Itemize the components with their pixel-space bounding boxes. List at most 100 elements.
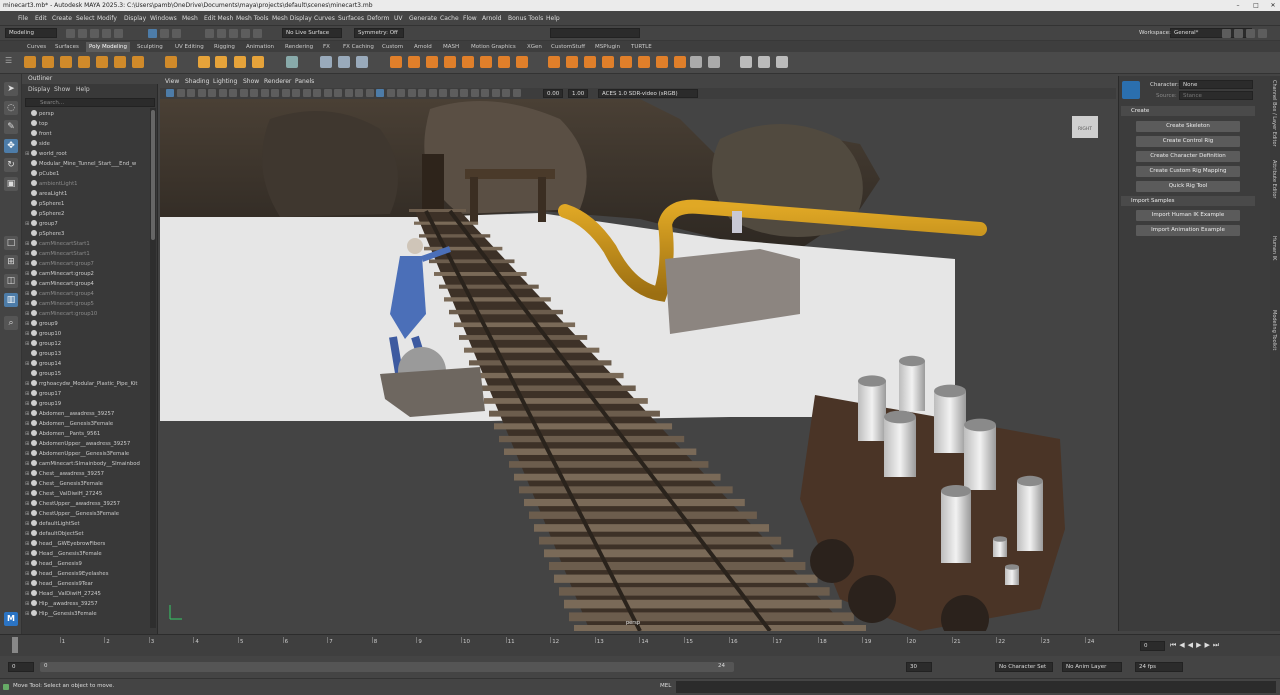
select-hierarchy-icon[interactable] (148, 29, 157, 38)
shelf-tool-icon[interactable] (656, 56, 668, 68)
menu-item[interactable]: Mesh Tools (236, 11, 268, 26)
shelf-tool-icon[interactable] (286, 56, 298, 68)
shelf-tool-icon[interactable] (566, 56, 578, 68)
side-tab[interactable]: Attribute Editor (1271, 160, 1277, 198)
time-slider[interactable]: 0 ⏮◀◀▶▶⏭ 1 2 3 4 5 6 7 8 9 10 11 12 13 14 15 16 17 18 19 20… (0, 634, 1280, 656)
expand-icon[interactable]: ⊞ (25, 549, 31, 559)
viewport-tool-icon[interactable] (229, 89, 237, 97)
outliner-row[interactable]: ⊞ ChestUpper__Genesis3Female (25, 509, 149, 519)
viewport-tool-icon[interactable] (355, 89, 363, 97)
viewport-tool-icon[interactable] (187, 89, 195, 97)
outliner-row[interactable]: areaLight1 (25, 189, 149, 199)
shelf-tool-icon[interactable] (480, 56, 492, 68)
outliner-menu-help[interactable]: Help (76, 85, 90, 94)
outliner-menu-show[interactable]: Show (54, 85, 70, 94)
outliner-row[interactable]: ⊞ defaultLightSet (25, 519, 149, 529)
shelf-tool-icon[interactable] (132, 56, 144, 68)
viewport-tool-icon[interactable] (260, 89, 269, 97)
outliner-row[interactable]: ⊞ Head__ValDiwiH_27245 (25, 589, 149, 599)
menu-item[interactable]: Bonus Tools (508, 11, 543, 26)
shelf-tool-icon[interactable] (215, 56, 227, 68)
viewport-menu-item[interactable]: Panels (295, 76, 314, 88)
expand-icon[interactable]: ⊞ (25, 269, 31, 279)
layout-icon[interactable] (1234, 29, 1243, 38)
gamma-field[interactable]: 1.00 (568, 89, 588, 98)
viewport-tool-icon[interactable] (334, 89, 342, 97)
viewport-tool-icon[interactable] (491, 89, 500, 97)
menu-item[interactable]: Generate (409, 11, 437, 26)
scene-render[interactable]: RIGHT (160, 99, 1116, 631)
expand-icon[interactable]: ⊞ (25, 339, 31, 349)
shelf-tool-icon[interactable] (252, 56, 264, 68)
expand-icon[interactable]: ⊞ (25, 569, 31, 579)
range-start-field[interactable]: 0 (8, 662, 34, 672)
select-component-icon[interactable] (172, 29, 181, 38)
new-scene-icon[interactable] (66, 29, 75, 38)
expand-icon[interactable]: ⊞ (25, 219, 31, 229)
shelf-tab[interactable]: FX (320, 42, 333, 52)
outliner-row[interactable]: ⊞ camMinecart:group7 (25, 259, 149, 269)
viewport-tool-icon[interactable] (239, 89, 248, 97)
outliner-row[interactable]: top (25, 119, 149, 129)
expand-icon[interactable]: ⊞ (25, 479, 31, 489)
source-dropdown[interactable]: Stance (1179, 91, 1253, 100)
menu-item[interactable]: Deform (367, 11, 389, 26)
range-end-field[interactable]: 30 (906, 662, 932, 672)
expand-icon[interactable]: ⊞ (25, 559, 31, 569)
shelf-tool-icon[interactable] (320, 56, 332, 68)
viewport-tool-icon[interactable] (481, 89, 489, 97)
minimize-button[interactable]: – (1230, 0, 1246, 11)
outliner-row[interactable]: persp (25, 109, 149, 119)
shelf-tool-icon[interactable] (426, 56, 438, 68)
menu-item[interactable]: Arnold (482, 11, 501, 26)
select-object-icon[interactable] (160, 29, 169, 38)
shelf-tool-icon[interactable] (24, 56, 36, 68)
outliner-row[interactable]: ⊞ group7 (25, 219, 149, 229)
outliner-row[interactable]: ⊞ Chest__ValDiwiH_27245 (25, 489, 149, 499)
expand-icon[interactable]: ⊞ (25, 279, 31, 289)
viewport-tool-icon[interactable] (449, 89, 458, 97)
range-slider-bar[interactable] (40, 662, 734, 672)
shelf-tool-icon[interactable] (114, 56, 126, 68)
outliner-row[interactable]: side (25, 139, 149, 149)
viewport-tool-icon[interactable] (397, 89, 405, 97)
expand-icon[interactable]: ⊞ (25, 259, 31, 269)
two-view-icon[interactable]: ◫ (4, 274, 18, 288)
maximize-button[interactable]: □ (1248, 0, 1264, 11)
shelf-tool-icon[interactable] (708, 56, 720, 68)
snap-surface-icon[interactable] (253, 29, 262, 38)
expand-icon[interactable]: ⊞ (25, 299, 31, 309)
menu-item[interactable]: Curves (314, 11, 335, 26)
outliner-row[interactable]: ⊞ group9 (25, 319, 149, 329)
outliner-row[interactable]: ⊞ head__Genesis9Eyelashes (25, 569, 149, 579)
hik-create-button[interactable]: Create Skeleton (1136, 121, 1240, 132)
expand-icon[interactable]: ⊞ (25, 289, 31, 299)
menu-item[interactable]: Modify (97, 11, 117, 26)
outliner-row[interactable]: group15 (25, 369, 149, 379)
shelf-tab[interactable]: MASH (440, 42, 462, 52)
outliner-row[interactable]: ⊞ group17 (25, 389, 149, 399)
outliner-row[interactable]: ⊞ Hip__awadress_39257 (25, 599, 149, 609)
shelf-tab[interactable]: Custom (379, 42, 406, 52)
shelf-tool-icon[interactable] (78, 56, 90, 68)
outliner-row[interactable]: ⊞ camMinecartStart1 (25, 239, 149, 249)
expand-icon[interactable]: ⊞ (25, 239, 31, 249)
side-tab[interactable]: Channel Box / Layer Editor (1271, 80, 1277, 147)
shelf-tool-icon[interactable] (776, 56, 788, 68)
shelf-tab[interactable]: Arnold (411, 42, 435, 52)
select-tool-icon[interactable]: ➤ (4, 82, 18, 96)
viewport-tool-icon[interactable] (502, 89, 510, 97)
shelf-tool-icon[interactable] (462, 56, 474, 68)
mel-input[interactable] (676, 681, 1276, 693)
viewport-menu-item[interactable]: Renderer (264, 76, 291, 88)
viewport-tool-icon[interactable] (407, 89, 416, 97)
shelf-tool-icon[interactable] (444, 56, 456, 68)
side-tab[interactable]: Human IK (1271, 236, 1277, 260)
shelf-tool-icon[interactable] (198, 56, 210, 68)
expand-icon[interactable]: ⊞ (25, 429, 31, 439)
single-view-icon[interactable]: □ (4, 236, 18, 250)
hik-create-button[interactable]: Quick Rig Tool (1136, 181, 1240, 192)
outliner-row[interactable]: ⊞ group10 (25, 329, 149, 339)
outliner-row[interactable]: ⊞ Chest__awadress_39257 (25, 469, 149, 479)
menu-item[interactable]: Mesh (182, 11, 198, 26)
